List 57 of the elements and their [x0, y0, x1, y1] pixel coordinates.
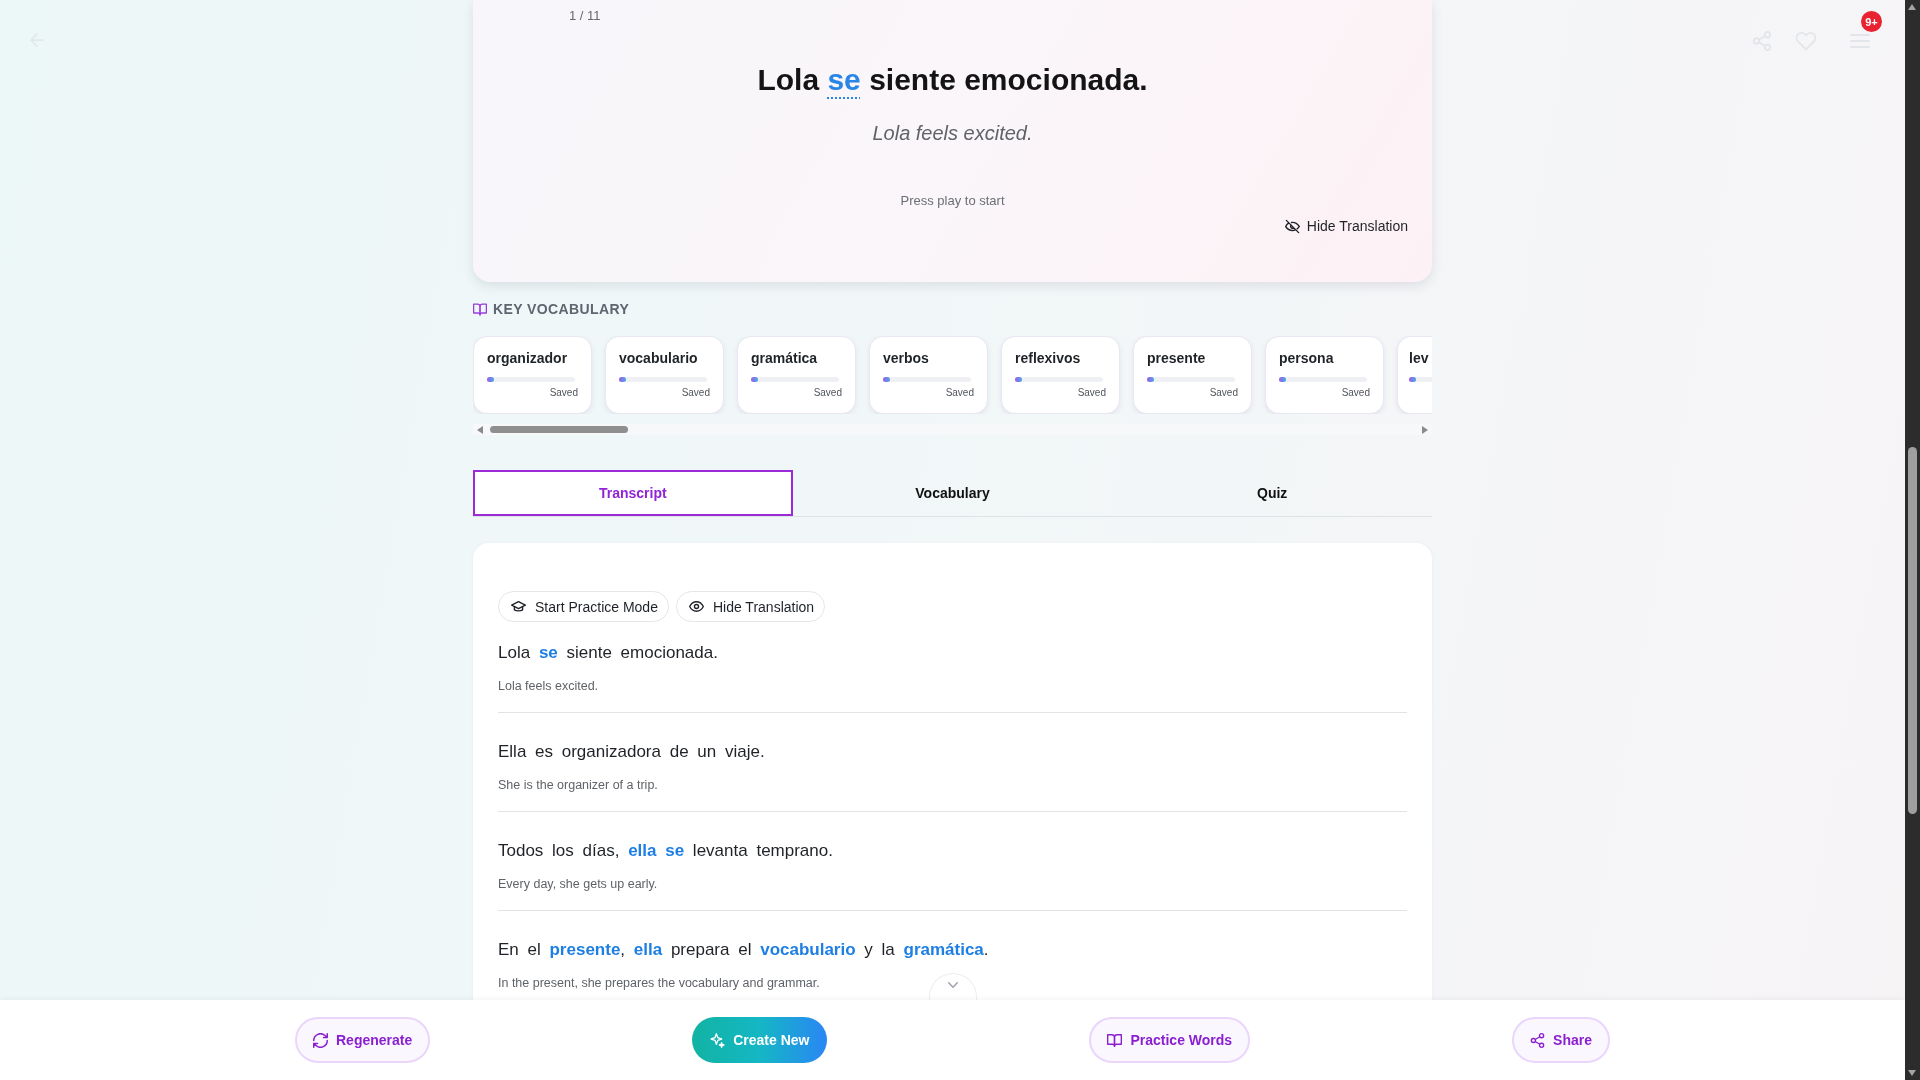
notification-badge: 9+ [1861, 11, 1882, 32]
vocabulary-word: reflexivos [1015, 349, 1082, 367]
eye-icon [688, 599, 704, 614]
section-heading: KEY VOCABULARY [493, 301, 630, 317]
spanish-sentence: Ella es organizadora de un viaje. [498, 741, 765, 763]
saved-status: Saved [1077, 387, 1106, 399]
tab[interactable]: Transcript [473, 470, 793, 516]
vocabulary-word: lev [1409, 349, 1430, 367]
english-translation: In the present, she prepares the vocabulary and grammar. [498, 975, 820, 992]
vocabulary-word: organizador [487, 349, 569, 367]
vocabulary-card[interactable]: vocabulario Saved [605, 336, 724, 414]
current-sentence: Lola se siente emocionada. [757, 62, 1148, 98]
sparkle-icon [710, 1032, 726, 1048]
spanish-sentence: En el presente, ella prepara el vocabulario y la gramática. [498, 939, 989, 961]
share-button[interactable]: Share [1512, 1017, 1610, 1063]
english-translation: Every day, she gets up early. [498, 876, 658, 893]
saved-status: Saved [813, 387, 842, 399]
spanish-sentence: Lola se siente emocionada. [498, 642, 718, 664]
english-translation: Lola feels excited. [498, 678, 599, 695]
chevron-down-icon [947, 982, 958, 988]
hide-translation-button[interactable]: Hide Translation [1284, 216, 1408, 236]
vocabulary-word: persona [1279, 349, 1335, 367]
spanish-sentence: Todos los días, ella se levanta temprano. [498, 840, 833, 862]
sentence-counter: 1 / 11 [569, 7, 601, 25]
vocabulary-word: presente [1147, 349, 1207, 367]
english-translation: She is the organizer of a trip. [498, 777, 658, 794]
vocabulary-word: gramática [751, 349, 819, 367]
page-scrollbar[interactable] [1905, 0, 1920, 1080]
vocabulary-card[interactable]: verbos Saved [869, 336, 988, 414]
current-translation: Lola feels excited. [872, 121, 1033, 146]
vocabulary-card[interactable]: gramática Saved [737, 336, 856, 414]
saved-status: Saved [945, 387, 974, 399]
share-icon [1530, 1032, 1546, 1048]
tab[interactable]: Vocabulary [792, 470, 1113, 516]
vocabulary-card[interactable]: presente Saved [1133, 336, 1252, 414]
practice-words-button[interactable]: Practice Words [1089, 1017, 1251, 1063]
vocabulary-card[interactable]: persona Saved [1265, 336, 1384, 414]
menu-icon[interactable] [1850, 31, 1870, 51]
saved-status: Saved [549, 387, 578, 399]
saved-status: Saved [1341, 387, 1370, 399]
regenerate-button[interactable]: Regenerate [295, 1017, 431, 1063]
book-icon [1107, 1032, 1123, 1048]
graduation-cap-icon [511, 599, 526, 614]
saved-status: Saved [681, 387, 710, 399]
saved-status: Saved [1209, 387, 1238, 399]
vocabulary-card[interactable]: organizador Saved [473, 336, 592, 414]
hide-translation-button[interactable]: Hide Translation [675, 591, 826, 622]
vocabulary-card[interactable]: lev [1397, 336, 1432, 414]
book-icon [473, 302, 487, 316]
playback-status: Press play to start [900, 192, 1005, 210]
practice-mode-button[interactable]: Start Practice Mode [498, 591, 669, 622]
vocabulary-word: verbos [883, 349, 930, 367]
tab[interactable]: Quiz [1112, 470, 1432, 516]
refresh-icon [313, 1032, 328, 1048]
vocabulary-card[interactable]: reflexivos Saved [1001, 336, 1120, 414]
eye-off-icon [1284, 218, 1300, 234]
vocabulary-word: vocabulario [619, 349, 699, 367]
